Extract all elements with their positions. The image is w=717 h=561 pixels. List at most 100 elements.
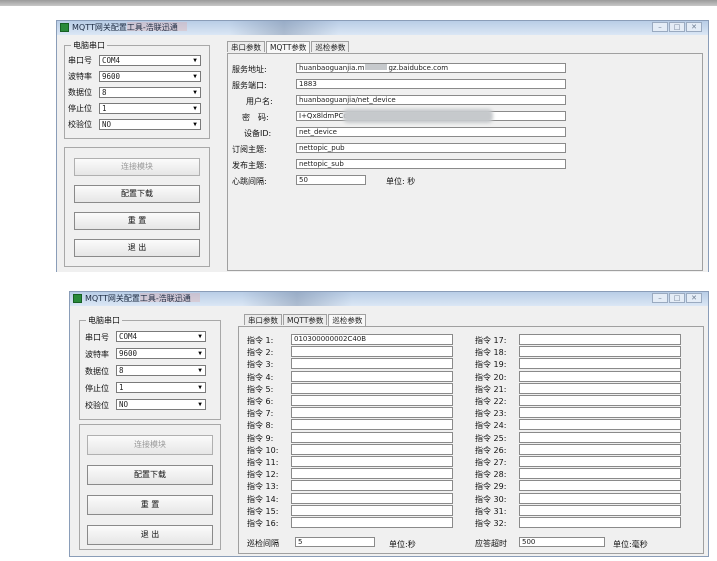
command-label: 指令 24: bbox=[475, 421, 507, 431]
response-timeout-input[interactable]: 500 bbox=[519, 537, 605, 547]
command-input[interactable] bbox=[291, 504, 453, 516]
tab-bar: 串口参数 MQTT参数 巡检参数 bbox=[244, 314, 367, 326]
connect-module-button[interactable]: 连接模块 bbox=[74, 158, 200, 176]
tab-serial-params[interactable]: 串口参数 bbox=[227, 41, 265, 52]
chevron-down-icon[interactable]: ▼ bbox=[196, 333, 204, 340]
close-icon[interactable]: ✕ bbox=[686, 293, 702, 303]
command-input[interactable] bbox=[291, 468, 453, 480]
reset-button[interactable]: 重 置 bbox=[87, 495, 213, 515]
command-input[interactable] bbox=[291, 431, 453, 443]
command-input[interactable] bbox=[519, 443, 681, 455]
chevron-down-icon[interactable]: ▼ bbox=[196, 367, 204, 374]
window-title: MQTT网关配置工具-浩联迅通 bbox=[85, 294, 191, 303]
command-input[interactable] bbox=[291, 358, 453, 370]
stop-bits-select[interactable]: 1 ▼ bbox=[116, 382, 206, 393]
command-input[interactable] bbox=[519, 395, 681, 406]
minimize-icon[interactable]: – bbox=[652, 293, 668, 303]
chevron-down-icon[interactable]: ▼ bbox=[191, 73, 199, 80]
command-input[interactable] bbox=[519, 456, 681, 467]
command-input[interactable] bbox=[519, 407, 681, 419]
command-input[interactable] bbox=[291, 443, 453, 455]
command-input[interactable] bbox=[519, 517, 681, 528]
minimize-icon[interactable]: – bbox=[652, 22, 668, 32]
parity-label: 校验位 bbox=[68, 120, 92, 129]
command-input[interactable] bbox=[519, 492, 681, 504]
patrol-params-panel: 指令 1: 010300000002C40B 指令 2: 指令 3: 指令 4: 指令 5… bbox=[238, 326, 704, 554]
tab-mqtt-params[interactable]: MQTT参数 bbox=[283, 314, 328, 325]
tab-mqtt-params[interactable]: MQTT参数 bbox=[266, 41, 311, 53]
command-input[interactable] bbox=[519, 382, 681, 394]
command-input[interactable] bbox=[291, 382, 453, 394]
port-select[interactable]: COM4 ▼ bbox=[99, 55, 201, 66]
serial-port-group: 电脑串口 串口号 COM4 ▼ 波特率 9600 ▼ 数据位 8 ▼ 停止位 1 ▼ 校… bbox=[64, 40, 210, 139]
parity-select[interactable]: NO ▼ bbox=[99, 119, 201, 130]
command-input[interactable] bbox=[519, 480, 681, 492]
download-config-button[interactable]: 配置下载 bbox=[74, 185, 200, 203]
command-input[interactable] bbox=[519, 431, 681, 443]
command-input[interactable] bbox=[519, 370, 681, 382]
maximize-icon[interactable]: □ bbox=[669, 293, 685, 303]
chevron-down-icon[interactable]: ▼ bbox=[196, 350, 204, 357]
stop-bits-select[interactable]: 1 ▼ bbox=[99, 103, 201, 114]
command-label: 指令 30: bbox=[475, 494, 507, 504]
maximize-icon[interactable]: □ bbox=[669, 22, 685, 32]
command-input[interactable] bbox=[291, 517, 453, 528]
command-label: 指令 18: bbox=[475, 348, 507, 358]
chevron-down-icon[interactable]: ▼ bbox=[191, 105, 199, 112]
command-input[interactable] bbox=[519, 419, 681, 431]
command-label: 指令 23: bbox=[475, 409, 507, 419]
publish-topic-input[interactable]: nettopic_sub bbox=[296, 159, 566, 169]
group-title: 电脑串口 bbox=[71, 40, 107, 51]
chevron-down-icon[interactable]: ▼ bbox=[196, 384, 204, 391]
reset-button[interactable]: 重 置 bbox=[74, 212, 200, 230]
username-input[interactable]: huanbaoguanjia/net_device bbox=[296, 95, 566, 105]
command-input[interactable] bbox=[291, 346, 453, 358]
command-input[interactable] bbox=[519, 468, 681, 480]
chevron-down-icon[interactable]: ▼ bbox=[191, 121, 199, 128]
subscribe-topic-input[interactable]: nettopic_pub bbox=[296, 143, 566, 153]
parity-value: NO bbox=[102, 120, 112, 129]
parity-select[interactable]: NO ▼ bbox=[116, 399, 206, 410]
tab-patrol-params[interactable]: 巡检参数 bbox=[311, 41, 350, 52]
command-input[interactable]: 010300000002C40B bbox=[291, 334, 453, 345]
command-input[interactable] bbox=[291, 407, 453, 419]
exit-button[interactable]: 退 出 bbox=[87, 525, 213, 545]
command-input[interactable] bbox=[291, 395, 453, 406]
chevron-down-icon[interactable]: ▼ bbox=[196, 401, 204, 408]
data-bits-select[interactable]: 8 ▼ bbox=[99, 87, 201, 98]
close-icon[interactable]: ✕ bbox=[686, 22, 702, 32]
server-port-input[interactable]: 1883 bbox=[296, 79, 566, 89]
mqtt-config-window-2: MQTT网关配置工具-浩联迅通 – □ ✕ 电脑串口 串口号 COM4 ▼ 波特率… bbox=[69, 291, 709, 557]
data-bits-label: 数据位 bbox=[85, 367, 109, 376]
connect-module-button[interactable]: 连接模块 bbox=[87, 435, 213, 455]
server-address-input[interactable]: huanbaoguanjia.m gz.baidubce.com bbox=[296, 63, 566, 73]
command-input[interactable] bbox=[519, 504, 681, 516]
device-id-input[interactable]: net_device bbox=[296, 127, 566, 137]
command-input[interactable] bbox=[291, 480, 453, 492]
command-label: 指令 16: bbox=[247, 519, 279, 528]
server-address-tail: gz.baidubce.com bbox=[388, 64, 449, 72]
command-input[interactable] bbox=[291, 492, 453, 504]
baud-select[interactable]: 9600 ▼ bbox=[116, 348, 206, 359]
command-input[interactable] bbox=[519, 346, 681, 358]
chevron-down-icon[interactable]: ▼ bbox=[191, 57, 199, 64]
command-input[interactable] bbox=[291, 419, 453, 431]
tab-serial-params[interactable]: 串口参数 bbox=[244, 314, 282, 325]
exit-button[interactable]: 退 出 bbox=[74, 239, 200, 257]
command-input[interactable] bbox=[291, 370, 453, 382]
command-input[interactable] bbox=[519, 334, 681, 345]
command-input[interactable] bbox=[291, 456, 453, 467]
baud-select[interactable]: 9600 ▼ bbox=[99, 71, 201, 82]
command-label: 指令 31: bbox=[475, 506, 507, 516]
heartbeat-input[interactable]: 50 bbox=[296, 175, 366, 185]
download-config-button[interactable]: 配置下载 bbox=[87, 465, 213, 485]
command-label: 指令 2: bbox=[247, 348, 274, 358]
data-bits-select[interactable]: 8 ▼ bbox=[116, 365, 206, 376]
patrol-interval-input[interactable]: 5 bbox=[295, 537, 375, 547]
tab-patrol-params[interactable]: 巡检参数 bbox=[328, 314, 367, 326]
command-input[interactable] bbox=[519, 358, 681, 370]
port-select[interactable]: COM4 ▼ bbox=[116, 331, 206, 342]
chevron-down-icon[interactable]: ▼ bbox=[191, 89, 199, 96]
response-timeout-unit: 单位:毫秒 bbox=[613, 540, 648, 549]
heartbeat-label: 心跳间隔: bbox=[232, 177, 267, 186]
